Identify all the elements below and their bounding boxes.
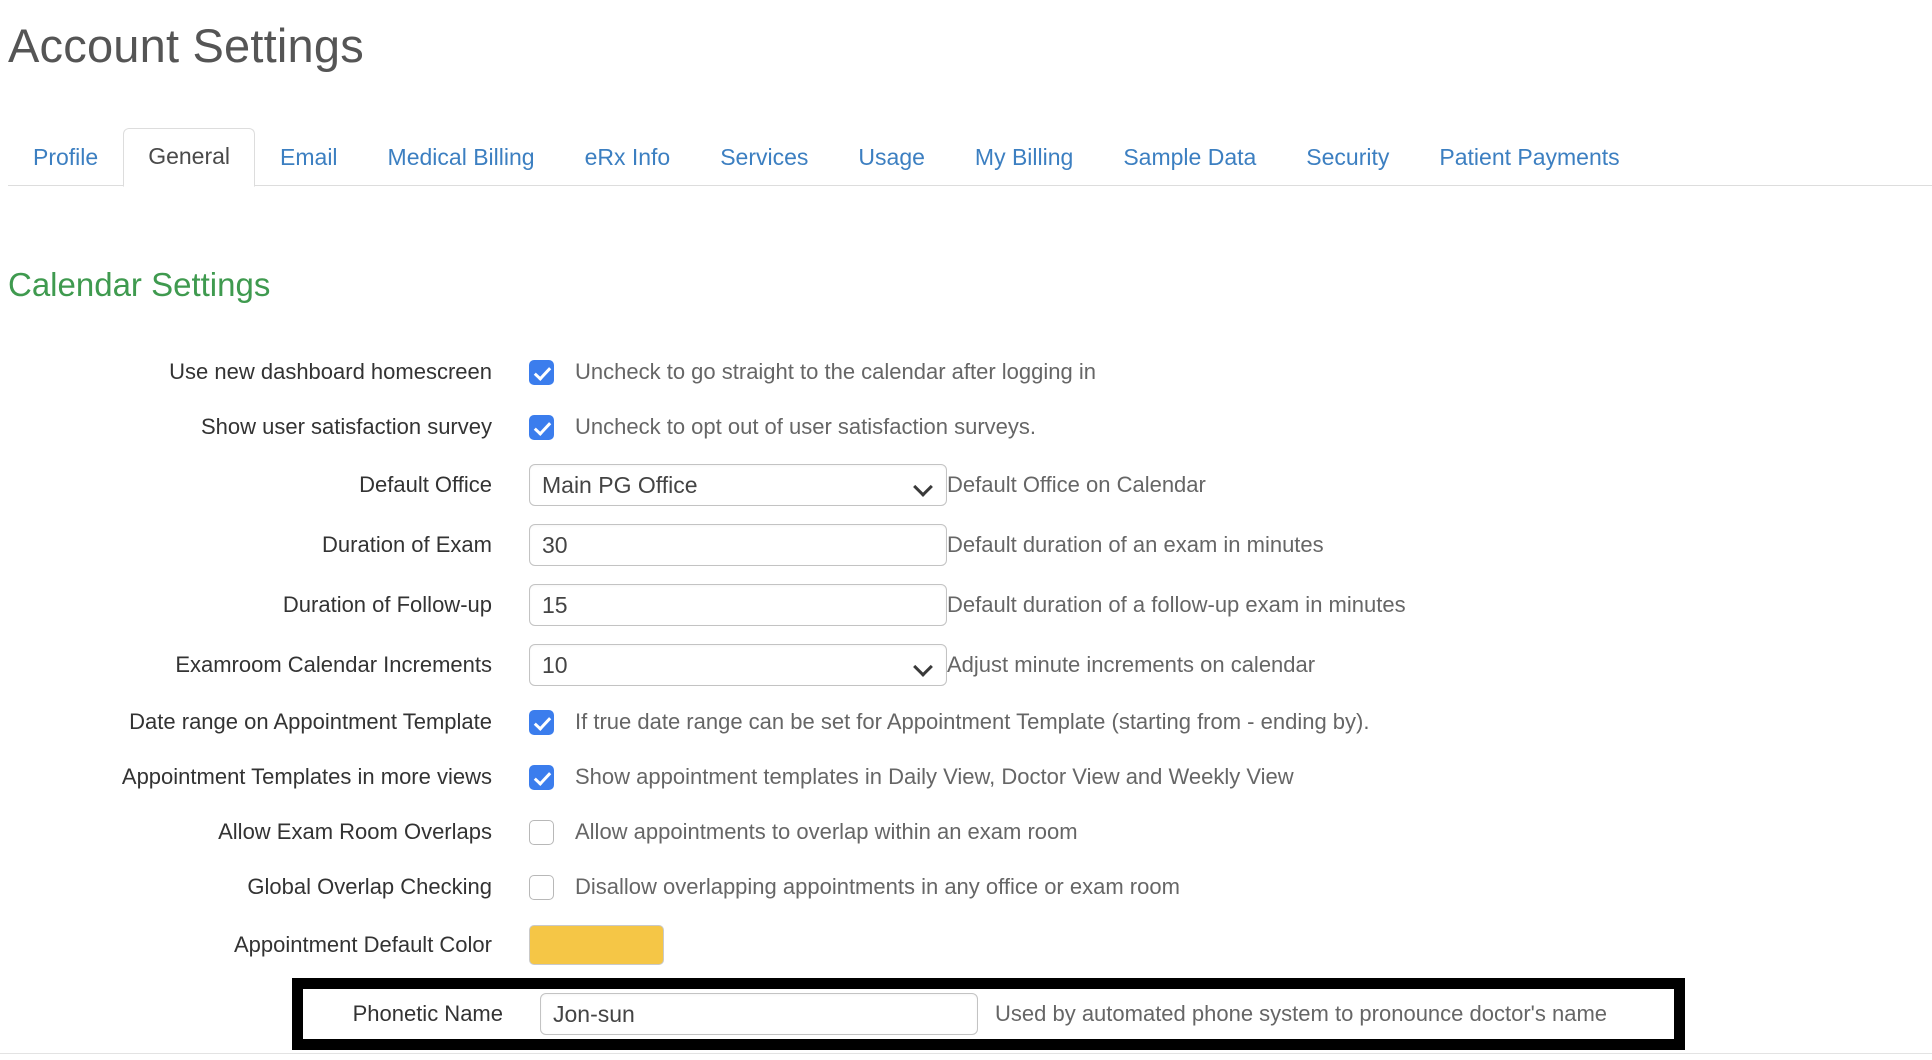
form-row-templates-more-views: Appointment Templates in more views Show… [0, 750, 1932, 805]
control-global-overlap: Disallow overlapping appointments in any… [492, 874, 1180, 900]
checkbox-dashboard-homescreen[interactable] [529, 359, 554, 385]
control-phonetic-name: Jon-sun Used by automated phone system t… [503, 993, 1607, 1035]
highlight-box-phonetic-name: Phonetic Name Jon-sun Used by automated … [292, 978, 1685, 1050]
label-exam-room-overlaps: Allow Exam Room Overlaps [218, 819, 492, 845]
form-row-dashboard-homescreen: Use new dashboard homescreen Uncheck to … [0, 345, 1932, 400]
checkbox-exam-room-overlaps[interactable] [529, 819, 554, 845]
input-phonetic-name[interactable]: Jon-sun [540, 993, 978, 1035]
form-row-default-office: Default Office Main PG Office Default Of… [0, 455, 1932, 515]
control-default-office: Main PG Office [492, 464, 947, 506]
control-dashboard-homescreen: Uncheck to go straight to the calendar a… [492, 359, 1096, 385]
input-duration-followup-value: 15 [542, 592, 568, 618]
control-examroom-increments: 10 [492, 644, 947, 686]
form-row-date-range-template: Date range on Appointment Template If tr… [0, 695, 1932, 750]
form-row-exam-room-overlaps: Allow Exam Room Overlaps Allow appointme… [0, 805, 1932, 860]
section-heading-calendar-settings: Calendar Settings [8, 266, 271, 303]
tab-erx-info[interactable]: eRx Info [560, 131, 696, 186]
tab-general[interactable]: General [123, 128, 256, 187]
page-title: Account Settings [8, 19, 364, 72]
form-row-satisfaction-survey: Show user satisfaction survey Uncheck to… [0, 400, 1932, 455]
form-row-global-overlap: Global Overlap Checking Disallow overlap… [0, 860, 1932, 915]
help-duration-followup: Default duration of a follow-up exam in … [947, 591, 1406, 617]
label-duration-followup: Duration of Follow-up [282, 591, 492, 617]
label-dashboard-homescreen: Use new dashboard homescreen [169, 359, 492, 385]
bottom-divider [0, 1053, 1932, 1054]
tab-usage[interactable]: Usage [833, 131, 949, 186]
tab-email[interactable]: Email [255, 131, 363, 186]
input-duration-exam-value: 30 [542, 532, 568, 558]
label-global-overlap: Global Overlap Checking [247, 874, 492, 900]
label-date-range-template: Date range on Appointment Template [129, 709, 492, 735]
label-duration-exam: Duration of Exam [322, 531, 492, 557]
select-default-office-value: Main PG Office [542, 472, 698, 498]
help-satisfaction-survey: Uncheck to opt out of user satisfaction … [575, 414, 1037, 440]
label-default-office: Default Office [359, 471, 492, 497]
tab-medical-billing[interactable]: Medical Billing [363, 131, 560, 186]
control-templates-more-views: Show appointment templates in Daily View… [492, 764, 1294, 790]
help-phonetic-name: Used by automated phone system to pronou… [995, 1001, 1608, 1026]
tab-sample-data[interactable]: Sample Data [1098, 131, 1281, 186]
help-duration-exam: Default duration of an exam in minutes [947, 531, 1324, 557]
calendar-settings-form: Use new dashboard homescreen Uncheck to … [0, 345, 1932, 975]
tab-profile[interactable]: Profile [8, 131, 123, 186]
select-examroom-increments[interactable]: 10 [529, 644, 947, 686]
help-dashboard-homescreen: Uncheck to go straight to the calendar a… [575, 359, 1096, 385]
control-exam-room-overlaps: Allow appointments to overlap within an … [492, 819, 1078, 845]
form-row-phonetic-name: Phonetic Name Jon-sun Used by automated … [303, 989, 1674, 1039]
tab-security[interactable]: Security [1281, 131, 1414, 186]
help-global-overlap: Disallow overlapping appointments in any… [575, 874, 1180, 900]
label-satisfaction-survey: Show user satisfaction survey [200, 414, 492, 440]
input-phonetic-name-value: Jon-sun [553, 1001, 635, 1027]
help-templates-more-views: Show appointment templates in Daily View… [575, 764, 1294, 790]
control-duration-followup: 15 [492, 584, 947, 626]
help-exam-room-overlaps: Allow appointments to overlap within an … [575, 819, 1078, 845]
form-row-duration-exam: Duration of Exam 30 Default duration of … [0, 515, 1932, 575]
color-swatch-appointment-default[interactable] [529, 925, 664, 965]
checkbox-templates-more-views[interactable] [529, 764, 554, 790]
form-row-examroom-increments: Examroom Calendar Increments 10 Adjust m… [0, 635, 1932, 695]
label-appointment-color: Appointment Default Color [233, 931, 492, 957]
control-duration-exam: 30 [492, 524, 947, 566]
tab-my-billing[interactable]: My Billing [950, 131, 1098, 186]
help-date-range-template: If true date range can be set for Appoin… [575, 709, 1370, 735]
form-row-duration-followup: Duration of Follow-up 15 Default duratio… [0, 575, 1932, 635]
control-satisfaction-survey: Uncheck to opt out of user satisfaction … [492, 414, 1036, 440]
form-row-appointment-color: Appointment Default Color [0, 915, 1932, 975]
tab-services[interactable]: Services [695, 131, 833, 186]
tab-patient-payments[interactable]: Patient Payments [1414, 131, 1644, 186]
checkbox-satisfaction-survey[interactable] [529, 414, 554, 440]
input-duration-followup[interactable]: 15 [529, 584, 947, 626]
checkbox-global-overlap[interactable] [529, 874, 554, 900]
select-examroom-increments-value: 10 [542, 652, 568, 678]
input-duration-exam[interactable]: 30 [529, 524, 947, 566]
label-templates-more-views: Appointment Templates in more views [121, 764, 492, 790]
settings-tab-bar: Profile General Email Medical Billing eR… [0, 120, 1932, 187]
select-default-office[interactable]: Main PG Office [529, 464, 947, 506]
label-examroom-increments: Examroom Calendar Increments [175, 651, 492, 677]
control-date-range-template: If true date range can be set for Appoin… [492, 709, 1369, 735]
checkbox-date-range-template[interactable] [529, 709, 554, 735]
label-phonetic-name: Phonetic Name [352, 1001, 503, 1026]
help-examroom-increments: Adjust minute increments on calendar [947, 651, 1316, 677]
control-appointment-color [492, 925, 947, 965]
help-default-office: Default Office on Calendar [947, 471, 1206, 497]
